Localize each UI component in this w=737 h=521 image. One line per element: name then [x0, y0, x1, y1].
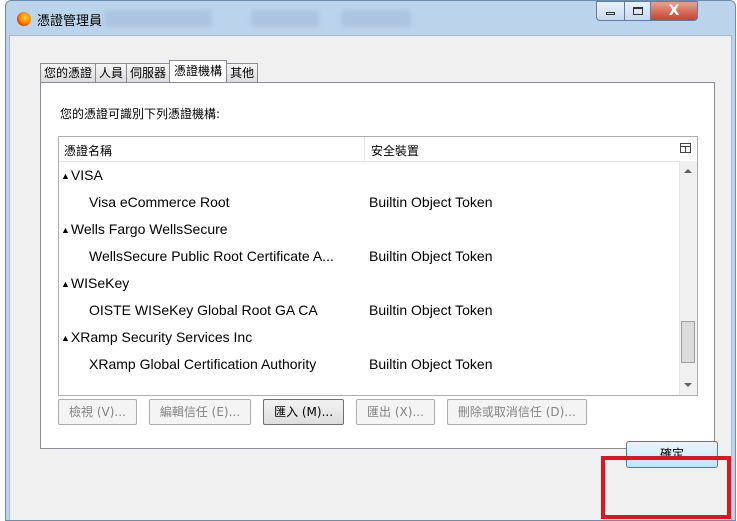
tree-item-row[interactable]: WellsSecure Public Root Certificate A...…: [59, 242, 680, 269]
minimize-button[interactable]: [596, 1, 625, 21]
tree-group-row[interactable]: ▲WISeKey: [59, 269, 680, 296]
title-bar[interactable]: 憑證管理員 X: [6, 1, 735, 35]
group-label: Wells Fargo WellsSecure: [70, 221, 228, 237]
expanded-triangle-icon[interactable]: ▲: [61, 279, 70, 289]
tree-group-row[interactable]: ▲Wells Fargo WellsSecure: [59, 215, 680, 242]
import-button[interactable]: 匯入 (M)...: [263, 399, 345, 425]
column-header-device[interactable]: 安全裝置: [371, 142, 419, 159]
tree-item-row[interactable]: OISTE WISeKey Global Root GA CA Builtin …: [59, 296, 680, 323]
expanded-triangle-icon[interactable]: ▲: [61, 333, 70, 343]
certificate-name: WellsSecure Public Root Certificate A...: [89, 248, 334, 264]
delete-or-distrust-button[interactable]: 刪除或取消信任 (D)...: [446, 399, 587, 425]
tab-your-certificates[interactable]: 您的憑證: [40, 63, 97, 82]
close-icon: X: [668, 3, 680, 19]
certificate-name: OISTE WISeKey Global Root GA CA: [89, 302, 318, 318]
view-button[interactable]: 檢視 (V)...: [58, 399, 137, 425]
blurred-title-region: [104, 10, 212, 27]
certificate-tree[interactable]: 憑證名稱 安全裝置 ▲VISA Visa eCommerce Root Buil…: [58, 136, 698, 396]
authorities-panel: 您的憑證可識別下列憑證機構: 憑證名稱 安全裝置 ▲VISA Visa eCom…: [40, 82, 715, 449]
expanded-triangle-icon[interactable]: ▲: [61, 171, 70, 181]
highlight-box: [601, 456, 731, 519]
scroll-down-icon[interactable]: [684, 383, 692, 387]
group-label: XRamp Security Services Inc: [70, 329, 253, 345]
tree-header: 憑證名稱 安全裝置: [59, 137, 697, 162]
certificate-name: Visa eCommerce Root: [89, 194, 230, 210]
tab-strip: 您的憑證 人員 伺服器 憑證機構 其他: [40, 60, 259, 82]
maximize-button[interactable]: [624, 1, 651, 21]
tree-item-row[interactable]: Visa eCommerce Root Builtin Object Token: [59, 188, 680, 215]
tree-item-row[interactable]: XRamp Global Certification Authority Bui…: [59, 350, 680, 377]
scroll-thumb[interactable]: [681, 321, 695, 363]
security-device: Builtin Object Token: [369, 356, 493, 372]
blurred-title-region: [251, 10, 319, 27]
security-device: Builtin Object Token: [369, 302, 493, 318]
tab-others[interactable]: 其他: [226, 63, 259, 82]
blurred-title-region: [341, 10, 411, 27]
dialog-client-area: 您的憑證 人員 伺服器 憑證機構 其他 您的憑證可識別下列憑證機構: 憑證名稱 …: [9, 35, 732, 520]
firefox-icon: [17, 12, 31, 26]
export-button[interactable]: 匯出 (X)...: [356, 399, 435, 425]
action-buttons: 檢視 (V)... 編輯信任 (E)... 匯入 (M)... 匯出 (X)..…: [58, 399, 599, 426]
minimize-icon: [606, 12, 615, 15]
security-device: Builtin Object Token: [369, 194, 493, 210]
tree-group-row[interactable]: ▲VISA: [59, 161, 680, 188]
vertical-scrollbar[interactable]: [679, 161, 697, 395]
tab-servers[interactable]: 伺服器: [126, 63, 171, 82]
tab-authorities[interactable]: 憑證機構: [169, 60, 228, 82]
security-device: Builtin Object Token: [369, 248, 493, 264]
certificate-name: XRamp Global Certification Authority: [89, 356, 317, 372]
column-separator[interactable]: [364, 137, 365, 161]
tree-rows: ▲VISA Visa eCommerce Root Builtin Object…: [59, 161, 680, 377]
window-title: 憑證管理員: [37, 14, 103, 29]
maximize-icon: [632, 7, 643, 15]
edit-trust-button[interactable]: 編輯信任 (E)...: [148, 399, 252, 425]
scroll-up-icon[interactable]: [684, 169, 692, 173]
tab-people[interactable]: 人員: [95, 63, 128, 82]
tree-group-row[interactable]: ▲XRamp Security Services Inc: [59, 323, 680, 350]
expanded-triangle-icon[interactable]: ▲: [61, 225, 70, 235]
column-header-name[interactable]: 憑證名稱: [64, 142, 112, 159]
certificate-manager-window: 憑證管理員 X 您的憑證 人員 伺服器 憑證機構 其他 您的憑證可識別下列憑證機…: [5, 0, 736, 521]
panel-description: 您的憑證可識別下列憑證機構:: [60, 107, 221, 121]
group-label: VISA: [70, 167, 103, 183]
column-picker-icon[interactable]: [680, 143, 691, 153]
group-label: WISeKey: [70, 275, 130, 291]
close-button[interactable]: X: [650, 1, 698, 21]
